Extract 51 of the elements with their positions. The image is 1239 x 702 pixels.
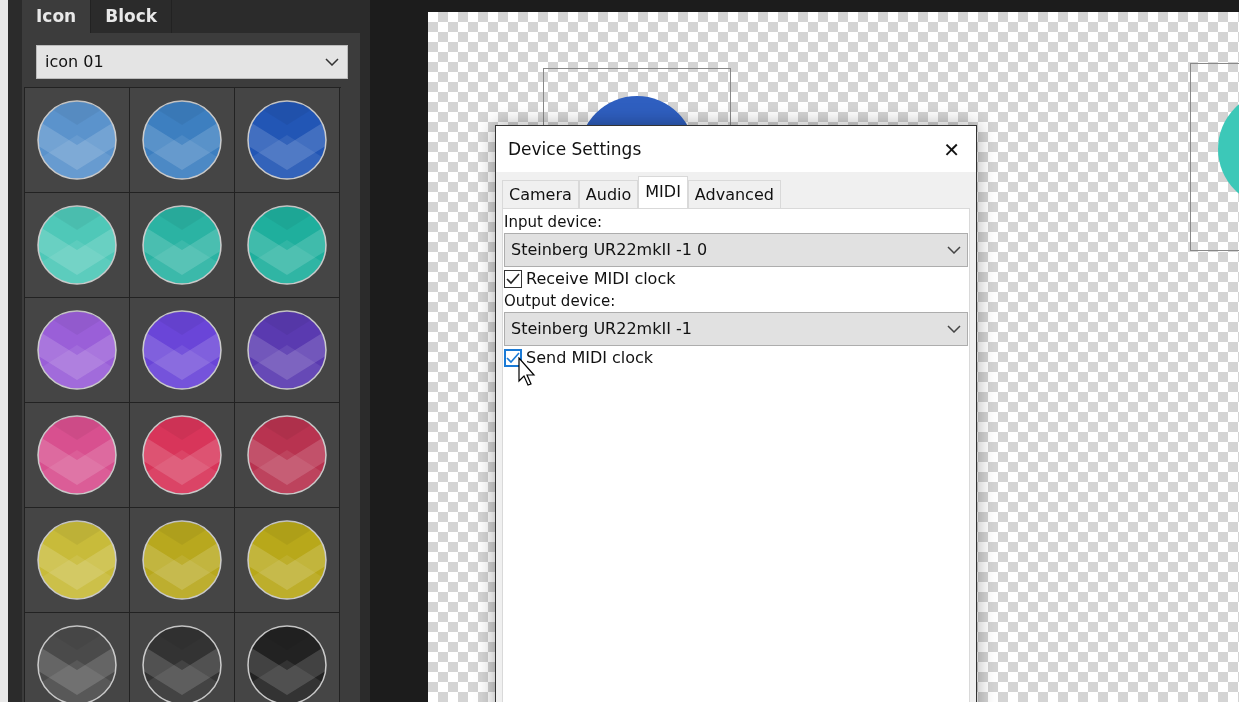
- icon-tile[interactable]: [25, 508, 130, 613]
- field-label: Input device:: [504, 212, 603, 233]
- circle-icon: [247, 205, 327, 285]
- device-dropdown[interactable]: Steinberg UR22mkII -1 0: [504, 233, 968, 267]
- circle-icon: [247, 415, 327, 495]
- checkbox-label[interactable]: Send MIDI clock: [526, 347, 654, 369]
- icon-tile[interactable]: [235, 298, 340, 403]
- circle-icon: [142, 205, 222, 285]
- icon-tile[interactable]: [25, 613, 130, 702]
- circle-icon: [247, 310, 327, 390]
- icon-tile[interactable]: [235, 193, 340, 298]
- circle-icon: [37, 310, 117, 390]
- circle-icon: [142, 100, 222, 180]
- icon-tile[interactable]: [130, 88, 235, 193]
- icon-tile[interactable]: [235, 403, 340, 508]
- circle-icon: [37, 205, 117, 285]
- caret-icon: [325, 58, 339, 66]
- circle-icon: [247, 520, 327, 600]
- dialog-title: Device Settings: [508, 138, 642, 162]
- tab[interactable]: MIDI: [638, 176, 688, 208]
- icon-tile[interactable]: [130, 613, 235, 702]
- caret-icon: [947, 325, 961, 333]
- tab[interactable]: Camera: [502, 180, 579, 208]
- close-button[interactable]: ✕: [939, 135, 964, 165]
- icon-tile[interactable]: [235, 88, 340, 193]
- device-dropdown[interactable]: Steinberg UR22mkII -1: [504, 312, 968, 346]
- icon-tile[interactable]: [25, 403, 130, 508]
- checkbox[interactable]: [504, 270, 522, 288]
- circle-icon: [142, 310, 222, 390]
- icon-tile[interactable]: [130, 508, 235, 613]
- icon-dropdown[interactable]: icon 01: [36, 45, 348, 79]
- circle-icon: [247, 100, 327, 180]
- caret-icon: [947, 246, 961, 254]
- field-label: Output device:: [504, 291, 617, 312]
- circle-icon: [37, 100, 117, 180]
- tab[interactable]: Audio: [578, 180, 639, 208]
- icon-tile[interactable]: [235, 508, 340, 613]
- icon-tile[interactable]: [130, 403, 235, 508]
- panel-tab[interactable]: Icon: [22, 0, 92, 33]
- icon-tile[interactable]: [130, 298, 235, 403]
- circle-icon: [142, 520, 222, 600]
- circle-icon: [37, 415, 117, 495]
- icon-tile[interactable]: [235, 613, 340, 702]
- icon-tile[interactable]: [25, 298, 130, 403]
- circle-icon: [142, 415, 222, 495]
- tab[interactable]: Advanced: [687, 180, 781, 208]
- circle-icon: [37, 520, 117, 600]
- icon-tile[interactable]: [130, 193, 235, 298]
- icon-tile[interactable]: [25, 88, 130, 193]
- icon-tile[interactable]: [25, 193, 130, 298]
- checkbox-label[interactable]: Receive MIDI clock: [526, 268, 676, 290]
